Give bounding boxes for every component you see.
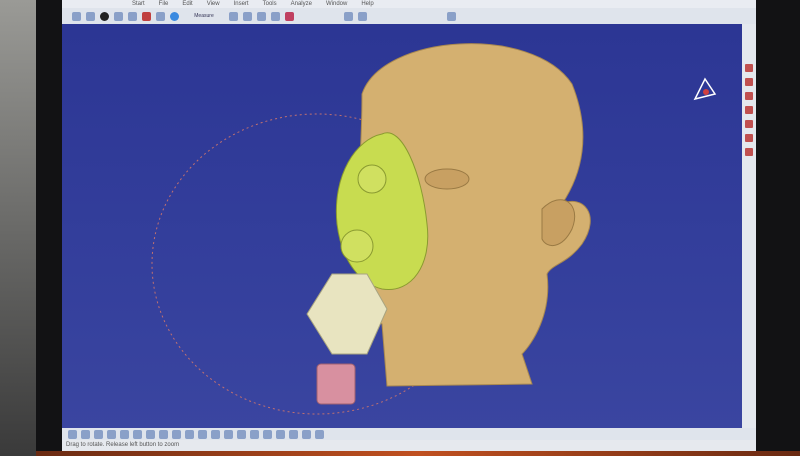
model-render: [151, 43, 591, 415]
hide-show-icon[interactable]: [276, 429, 285, 439]
top-toolbar: Measure: [62, 8, 756, 24]
menu-help[interactable]: Help: [361, 1, 373, 7]
refresh-icon[interactable]: [86, 11, 95, 21]
bottom-toolbar: [62, 428, 756, 440]
tool-icon[interactable]: [745, 64, 753, 72]
render-icon[interactable]: [100, 11, 109, 21]
save-icon[interactable]: [243, 11, 252, 21]
fly-icon[interactable]: [159, 429, 168, 439]
view-icon[interactable]: [344, 11, 353, 21]
eye: [424, 168, 470, 190]
menu-insert[interactable]: Insert: [234, 1, 249, 7]
menu-view[interactable]: View: [207, 1, 220, 7]
measure-icon[interactable]: [302, 429, 311, 439]
lock-icon[interactable]: [315, 429, 324, 439]
menu-edit[interactable]: Edit: [182, 1, 192, 7]
tool-icon[interactable]: [285, 11, 294, 21]
pen-icon[interactable]: [114, 11, 123, 21]
zoom-in-icon[interactable]: [211, 429, 220, 439]
menu-bar: Start File Edit View Insert Tools Analyz…: [62, 0, 756, 8]
mask-port-top: [357, 164, 387, 194]
3d-viewport[interactable]: [62, 24, 742, 428]
sketch-icon[interactable]: [128, 11, 137, 21]
open-icon[interactable]: [81, 429, 90, 439]
desk-surface: [36, 451, 800, 456]
normal-view-icon[interactable]: [237, 429, 246, 439]
tool-icon[interactable]: [745, 92, 753, 100]
right-toolbar: [742, 24, 756, 428]
fit-all-icon[interactable]: [172, 429, 181, 439]
expand-toolbar-icon[interactable]: [447, 11, 456, 21]
undo-icon[interactable]: [120, 429, 129, 439]
iso-view-icon[interactable]: [250, 429, 259, 439]
tube-model: [316, 363, 356, 405]
tool-icon[interactable]: [745, 78, 753, 86]
rotate-icon[interactable]: [72, 11, 81, 21]
compass-icon[interactable]: [690, 74, 720, 104]
catalog-icon[interactable]: [229, 11, 238, 21]
zoom-out-icon[interactable]: [224, 429, 233, 439]
swap-icon[interactable]: [289, 429, 298, 439]
hand-icon[interactable]: [156, 11, 165, 21]
pan-icon[interactable]: [185, 429, 194, 439]
cut-icon[interactable]: [142, 11, 151, 21]
tool-icon[interactable]: [745, 120, 753, 128]
mask-port-bottom: [340, 229, 374, 263]
print-icon[interactable]: [107, 429, 116, 439]
shading-icon[interactable]: [263, 429, 272, 439]
menu-file[interactable]: File: [159, 1, 169, 7]
save-all-icon[interactable]: [257, 11, 266, 21]
catia-window: Start File Edit View Insert Tools Analyz…: [62, 0, 756, 451]
tool-icon[interactable]: [745, 106, 753, 114]
menu-analyze[interactable]: Analyze: [291, 1, 312, 7]
menu-start[interactable]: Start: [132, 1, 145, 7]
new-icon[interactable]: [68, 429, 77, 439]
tool-icon[interactable]: [745, 148, 753, 156]
measure-button[interactable]: Measure: [184, 13, 224, 19]
save-icon[interactable]: [94, 429, 103, 439]
status-bar: Drag to rotate. Release left button to z…: [62, 440, 756, 451]
product-icon[interactable]: [271, 11, 280, 21]
tool-icon[interactable]: [745, 134, 753, 142]
view2-icon[interactable]: [358, 11, 367, 21]
whats-this-icon[interactable]: [133, 429, 142, 439]
background-wall: [0, 0, 40, 456]
menu-window[interactable]: Window: [326, 1, 347, 7]
menu-tools[interactable]: Tools: [263, 1, 277, 7]
rotate-icon[interactable]: [198, 429, 207, 439]
formula-icon[interactable]: [146, 429, 155, 439]
help-icon[interactable]: [170, 11, 179, 21]
